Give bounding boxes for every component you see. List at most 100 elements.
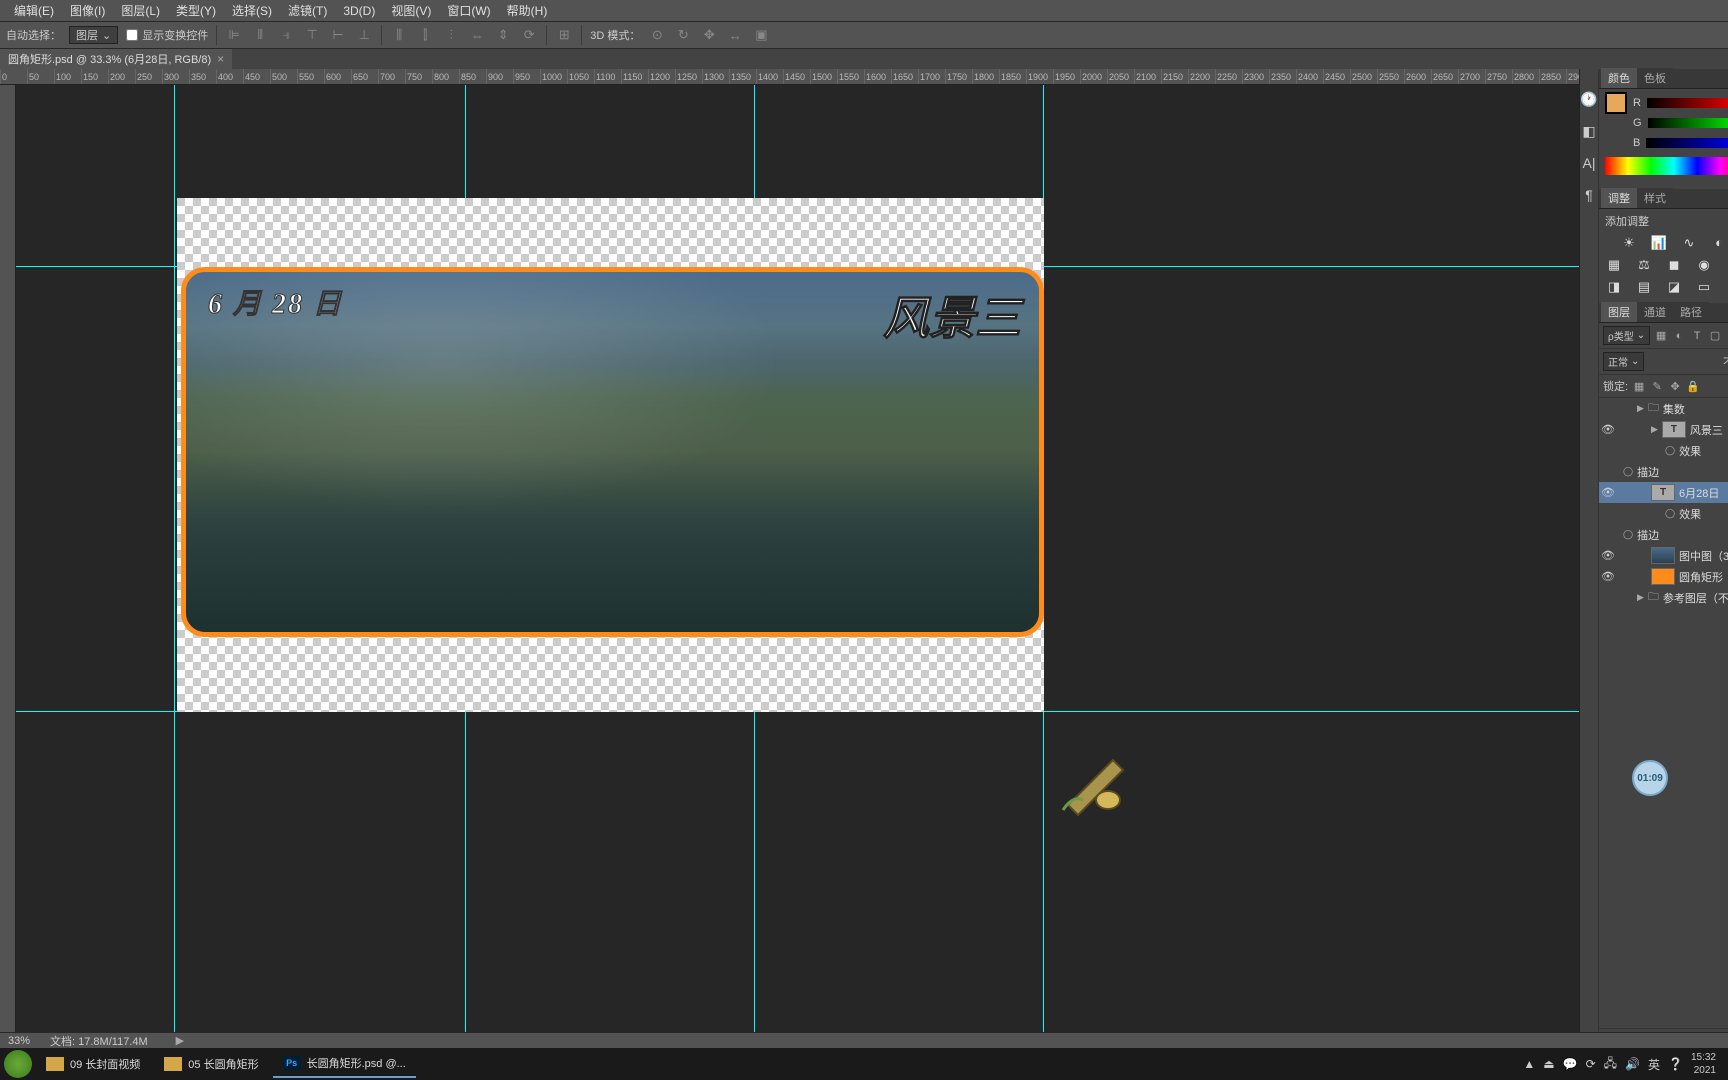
layer-row[interactable]: 👁T6月28日 (1599, 482, 1728, 503)
color-spectrum[interactable] (1605, 157, 1728, 175)
layer-row[interactable]: ◯效果 (1599, 503, 1728, 524)
distribute-h-icon[interactable]: ⫼ (390, 26, 408, 44)
taskbar-item-photoshop[interactable]: Ps长圆角矩形.psd @... (273, 1050, 416, 1078)
visibility-icon[interactable]: 👁 (1601, 423, 1615, 436)
lock-pixels-icon[interactable]: ▦ (1632, 380, 1646, 393)
visibility-icon[interactable]: 👁 (1601, 486, 1615, 499)
tab-paths[interactable]: 路径 (1673, 302, 1709, 322)
menu-edit[interactable]: 编辑(E) (6, 2, 62, 19)
history-icon[interactable]: 🕐 (1580, 91, 1598, 107)
tray-volume-icon[interactable]: 🔊 (1625, 1057, 1640, 1071)
align-bottom-icon[interactable]: ⊥ (355, 26, 373, 44)
tab-styles[interactable]: 样式 (1637, 188, 1673, 208)
layer-row[interactable]: 👁▶T风景三 (1599, 419, 1728, 440)
threshold-icon[interactable]: ◪ (1665, 279, 1683, 295)
viewport[interactable]: 6 月 28 日 风景三 (16, 85, 1579, 1048)
filter-adj-icon[interactable]: ◐ (1672, 330, 1686, 342)
distribute-icon[interactable]: ⫶ (442, 26, 460, 44)
tray-clock[interactable]: 15:322021 (1691, 1051, 1716, 1077)
distribute-v-icon[interactable]: ⫿ (416, 26, 434, 44)
3d-slide-icon[interactable]: ↔ (726, 26, 744, 44)
menu-type[interactable]: 类型(Y) (168, 2, 224, 19)
photo-filter-icon[interactable]: ◉ (1695, 257, 1713, 273)
menu-3d[interactable]: 3D(D) (335, 4, 383, 18)
exposure-icon[interactable]: ◐ (1710, 235, 1728, 251)
layer-row[interactable]: 👁图中图（34 (1599, 545, 1728, 566)
guide-vertical[interactable] (174, 85, 175, 1048)
char-icon[interactable]: A| (1580, 155, 1598, 171)
layer-row[interactable]: ▶🗀集数 (1599, 398, 1728, 419)
layer-row[interactable]: 👁圆角矩形 (1599, 566, 1728, 587)
taskbar-item-folder2[interactable]: 05 长圆角矩形 (154, 1050, 268, 1078)
tab-color[interactable]: 颜色 (1601, 68, 1637, 88)
menu-window[interactable]: 窗口(W) (439, 2, 498, 19)
flip-v-icon[interactable]: ⇕ (494, 26, 512, 44)
tray-ime[interactable]: 英 (1648, 1056, 1660, 1073)
vertical-ruler[interactable] (0, 85, 16, 1048)
menu-layer[interactable]: 图层(L) (113, 2, 168, 19)
align-right-icon[interactable]: ⫣ (277, 26, 295, 44)
foreground-color[interactable] (1605, 92, 1627, 114)
brightness-icon[interactable]: ☀ (1620, 235, 1638, 251)
filter-text-icon[interactable]: T (1690, 330, 1704, 342)
b-slider[interactable] (1646, 138, 1728, 148)
menu-help[interactable]: 帮助(H) (499, 2, 556, 19)
layer-row[interactable]: ▶🗀参考图层（不 (1599, 587, 1728, 608)
flip-h-icon[interactable]: ⇔ (468, 26, 486, 44)
lock-position-icon[interactable]: ✎ (1650, 380, 1664, 393)
filter-type-dropdown[interactable]: ρ类型 ⌄ (1603, 326, 1650, 345)
align-left-icon[interactable]: ⊫ (225, 26, 243, 44)
lock-move-icon[interactable]: ✥ (1668, 380, 1682, 393)
invert-icon[interactable]: ◨ (1605, 279, 1623, 295)
visibility-icon[interactable]: 👁 (1601, 549, 1615, 562)
document-tab[interactable]: 圆角矩形.psd @ 33.3% (6月28日, RGB/8)× (0, 49, 232, 69)
tab-channels[interactable]: 通道 (1637, 302, 1673, 322)
lock-all-icon[interactable]: 🔒 (1686, 380, 1700, 393)
align-center-icon[interactable]: ⫴ (251, 26, 269, 44)
taskbar-item-folder1[interactable]: 09 长封面视频 (36, 1050, 150, 1078)
layer-row[interactable]: ◯描边 (1599, 461, 1728, 482)
layer-row[interactable]: ◯效果 (1599, 440, 1728, 461)
menu-filter[interactable]: 滤镜(T) (280, 2, 335, 19)
zoom-level[interactable]: 33% (8, 1035, 30, 1047)
tray-sync-icon[interactable]: ⟳ (1586, 1057, 1596, 1071)
tray-wechat-icon[interactable]: 💬 (1563, 1057, 1578, 1071)
menu-view[interactable]: 视图(V) (383, 2, 439, 19)
start-button[interactable] (4, 1050, 32, 1078)
3d-orbit-icon[interactable]: ⊙ (648, 26, 666, 44)
g-slider[interactable] (1648, 118, 1728, 128)
hue-icon[interactable]: ⚖ (1635, 257, 1653, 273)
3d-cam-icon[interactable]: ▣ (752, 26, 770, 44)
posterize-icon[interactable]: ▤ (1635, 279, 1653, 295)
tab-layers[interactable]: 图层 (1601, 302, 1637, 322)
menu-image[interactable]: 图像(I) (62, 2, 113, 19)
tray-up-icon[interactable]: ▲ (1523, 1057, 1535, 1071)
menu-select[interactable]: 选择(S) (224, 2, 280, 19)
visibility-icon[interactable]: 👁 (1601, 570, 1615, 583)
blend-mode-dropdown[interactable]: 正常 ⌄ (1603, 352, 1644, 371)
align-top-icon[interactable]: ⊤ (303, 26, 321, 44)
gradient-map-icon[interactable]: ▭ (1695, 279, 1713, 295)
show-transform-checkbox[interactable]: 显示变换控件 (126, 27, 208, 43)
horizontal-ruler[interactable]: 0501001502002503003504004505005506006507… (0, 69, 1579, 85)
bw-icon[interactable]: ◼ (1665, 257, 1683, 273)
r-slider[interactable] (1647, 98, 1728, 108)
tray-help-icon[interactable]: ❔ (1668, 1057, 1683, 1071)
auto-select-dropdown[interactable]: 图层 ⌄ (69, 26, 118, 44)
align-middle-icon[interactable]: ⊢ (329, 26, 347, 44)
3d-roll-icon[interactable]: ↻ (674, 26, 692, 44)
tab-swatches[interactable]: 色板 (1637, 68, 1673, 88)
tray-network-icon[interactable]: 🖧 (1604, 1054, 1617, 1075)
vibrance-icon[interactable]: ▦ (1605, 257, 1623, 273)
3d-pan-icon[interactable]: ✥ (700, 26, 718, 44)
close-icon[interactable]: × (217, 52, 224, 66)
levels-icon[interactable]: 📊 (1650, 235, 1668, 251)
filter-pixel-icon[interactable]: ▦ (1654, 329, 1668, 342)
properties-icon[interactable]: ◧ (1580, 123, 1598, 139)
curves-icon[interactable]: ∿ (1680, 235, 1698, 251)
arrange-icon[interactable]: ⊞ (555, 26, 573, 44)
filter-shape-icon[interactable]: ▢ (1708, 329, 1722, 342)
paragraph-icon[interactable]: ¶ (1580, 187, 1598, 203)
status-menu-icon[interactable]: ▶ (176, 1034, 184, 1047)
layer-row[interactable]: ◯描边 (1599, 524, 1728, 545)
